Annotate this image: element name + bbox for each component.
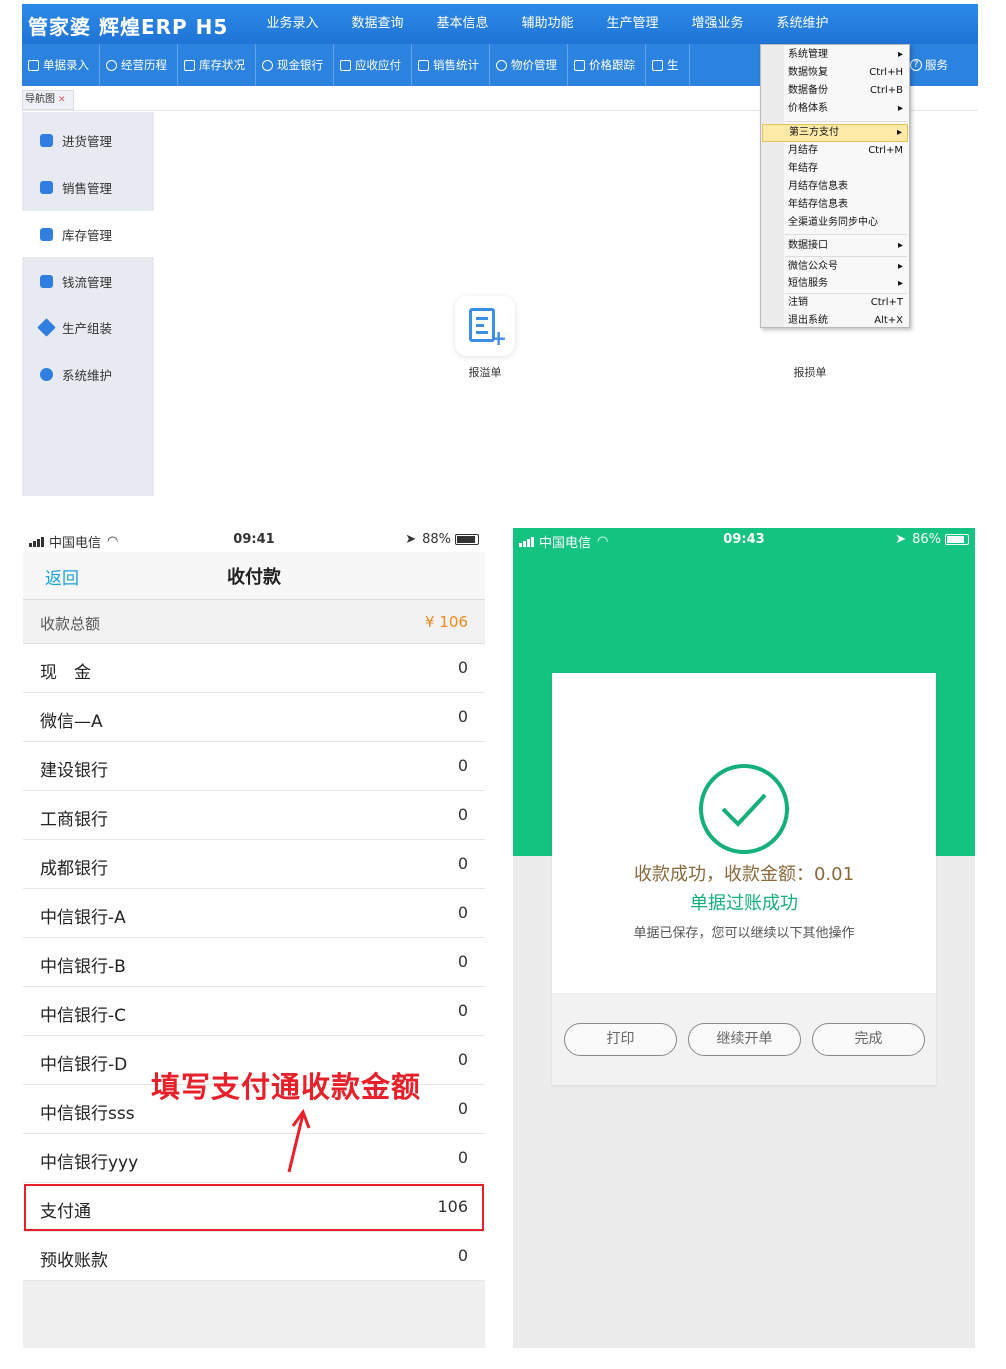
menu-enhanced[interactable]: 增强业务 [675, 4, 760, 44]
account-row-ccb[interactable]: 建设银行 0 [23, 742, 485, 791]
success-card: 收款成功，收款金额：0.01 单据过账成功 单据已保存，您可以继续以下其他操作 … [552, 673, 936, 1085]
nav-header: 返回 收付款 [23, 552, 485, 600]
status-bar: 中国电信 ◠ 09:43 ➤ 86% [513, 528, 975, 552]
saved-hint-message: 单据已保存，您可以继续以下其他操作 [633, 926, 855, 941]
account-row-chengdu-bank[interactable]: 成都银行 0 [23, 840, 485, 889]
erp-main-menu: 业务录入 数据查询 基本信息 辅助功能 生产管理 增强业务 系统维护 [250, 4, 845, 44]
tool-price-tracking[interactable]: 价格跟踪 [568, 44, 646, 86]
menu-item-exit[interactable]: 退出系统 Alt+X [762, 312, 908, 330]
account-row-citic-a[interactable]: 中信银行-A 0 [23, 889, 485, 938]
tool-history[interactable]: 经营历程 [100, 44, 178, 86]
annotation-label: 填写支付通收款金额 [151, 1070, 422, 1104]
tile-overflow-doc[interactable]: + 报溢单 [455, 296, 515, 380]
menu-item-yearly-report[interactable]: 年结存信息表 [762, 196, 908, 214]
sidebar-item-purchase[interactable]: 进货管理 [22, 117, 154, 163]
menu-item-yearly-close[interactable]: 年结存 [762, 160, 908, 178]
battery-icon [455, 534, 479, 545]
tool-production[interactable]: 生 [646, 44, 690, 86]
account-row-citic-c[interactable]: 中信银行-C 0 [23, 987, 485, 1036]
wrench-icon [37, 317, 56, 337]
menu-item-sms[interactable]: 短信服务 ▸ [762, 275, 908, 293]
hexagon-icon [40, 367, 53, 381]
sidebar-item-assembly[interactable]: 生产组装 [22, 304, 154, 350]
status-bar: 中国电信 ◠ 09:41 ➤ 88% [23, 528, 485, 552]
phone-success-screen: 中国电信 ◠ 09:43 ➤ 86% 收款成功，收款金额：0.01 单据过账成功 单… [513, 528, 975, 1348]
calendar-icon [184, 59, 195, 71]
account-row-icbc[interactable]: 工商银行 0 [23, 791, 485, 840]
coin-icon [262, 59, 273, 71]
page-title: 收付款 [227, 567, 281, 588]
erp-window: 管家婆 辉煌ERP H5 业务录入 数据查询 基本信息 辅助功能 生产管理 增强… [22, 4, 978, 496]
account-row-citic-yyy[interactable]: 中信银行yyy 0 [23, 1134, 485, 1183]
total-amount-row: 收款总额 ¥ 106 [23, 600, 485, 644]
erp-top-bar: 管家婆 辉煌ERP H5 业务录入 数据查询 基本信息 辅助功能 生产管理 增强… [22, 4, 978, 44]
success-amount-message: 收款成功，收款金额：0.01 [633, 864, 855, 885]
tool-cash-bank[interactable]: 现金银行 [256, 44, 334, 86]
system-maintenance-dropdown: 系统管理 ▸ 数据恢复 Ctrl+H 数据备份 Ctrl+B 价格体系 ▸ 第三方支付 ▸… [760, 44, 910, 328]
account-row-zhifutong[interactable]: 支付通 106 [23, 1183, 485, 1232]
chart-icon [418, 59, 429, 71]
shield-icon [496, 59, 507, 71]
tool-price-management[interactable]: 物价管理 [490, 44, 568, 86]
production-icon [652, 59, 663, 71]
annotation-arrow-icon [287, 1108, 311, 1173]
menu-basic-info[interactable]: 基本信息 [420, 4, 505, 44]
tool-inventory[interactable]: 库存状况 [178, 44, 256, 86]
tool-service[interactable]: ? 服务 [910, 57, 948, 73]
menu-production[interactable]: 生产管理 [590, 4, 675, 44]
menu-system-maintenance[interactable]: 系统维护 [760, 4, 845, 44]
menu-item-system-admin[interactable]: 系统管理 ▸ [762, 46, 908, 64]
account-row-cash[interactable]: 现 金0 [23, 644, 485, 693]
menu-item-omnichannel-sync[interactable]: 全渠道业务同步中心 [762, 214, 908, 232]
account-row-wechat-a[interactable]: 微信—A 0 [23, 693, 485, 742]
location-icon: ➤ [895, 532, 907, 547]
menu-item-logout[interactable]: 注销 Ctrl+T [762, 294, 908, 312]
bar-chart-icon [40, 180, 53, 194]
help-icon: ? [910, 59, 922, 71]
tool-receivable-payable[interactable]: 应收应付 [334, 44, 412, 86]
menu-aux-functions[interactable]: 辅助功能 [505, 4, 590, 44]
sidebar-item-inventory[interactable]: 库存管理 [22, 211, 154, 257]
tool-sales-stats[interactable]: 销售统计 [412, 44, 490, 86]
menu-business-entry[interactable]: 业务录入 [250, 4, 335, 44]
menu-item-price-system[interactable]: 价格体系 ▸ [762, 100, 908, 118]
doc-add-icon: + [455, 296, 515, 356]
sidebar-item-cashflow[interactable]: 钱流管理 [22, 258, 154, 304]
box-icon [40, 227, 53, 241]
payment-account-list: 现 金0 微信—A 0 建设银行 0 工商银行 0 成都银行 0 中信银行-A 0 中信银… [23, 644, 485, 1281]
gift-icon [40, 133, 53, 147]
print-button[interactable]: 打印 [564, 1023, 677, 1056]
menu-item-data-interface[interactable]: 数据接口 ▸ [762, 237, 908, 255]
tracking-icon [574, 59, 585, 71]
menu-item-monthly-close[interactable]: 月结存 Ctrl+M [762, 142, 908, 160]
erp-logo: 管家婆 辉煌ERP H5 [28, 15, 229, 39]
continue-button[interactable]: 继续开单 [688, 1023, 801, 1056]
menu-item-third-party-payment[interactable]: 第三方支付 ▸ [762, 124, 908, 142]
erp-sidebar: 进货管理 销售管理 库存管理 钱流管理 生产组装 系统维护 [22, 112, 154, 496]
tool-doc-entry[interactable]: 单据录入 [22, 44, 100, 86]
menu-item-data-backup[interactable]: 数据备份 Ctrl+B [762, 82, 908, 100]
sidebar-item-sales[interactable]: 销售管理 [22, 164, 154, 210]
phone-payment-screen: 中国电信 ◠ 09:41 ➤ 88% 返回 收付款 收款总额 ¥ 106 现 金0 … [23, 528, 485, 1348]
history-icon [106, 59, 117, 71]
edit-icon [28, 59, 39, 71]
sidebar-item-maintenance[interactable]: 系统维护 [22, 351, 154, 397]
location-icon: ➤ [405, 532, 417, 547]
menu-data-query[interactable]: 数据查询 [335, 4, 420, 44]
check-circle-icon [699, 764, 789, 854]
close-icon[interactable]: ✕ [58, 95, 66, 105]
done-button[interactable]: 完成 [812, 1023, 925, 1056]
yen-icon [40, 274, 53, 288]
account-row-advance-receipt[interactable]: 预收账款 0 [23, 1232, 485, 1281]
posting-success-message: 单据过账成功 [690, 893, 798, 914]
tab-navigation-map[interactable]: 导航图 ✕ [22, 90, 74, 110]
menu-item-monthly-report[interactable]: 月结存信息表 [762, 178, 908, 196]
ledger-icon [340, 59, 351, 71]
menu-item-wechat[interactable]: 微信公众号 ▸ [762, 258, 908, 276]
menu-item-data-restore[interactable]: 数据恢复 Ctrl+H [762, 64, 908, 82]
account-row-citic-b[interactable]: 中信银行-B 0 [23, 938, 485, 987]
battery-icon [945, 534, 969, 545]
